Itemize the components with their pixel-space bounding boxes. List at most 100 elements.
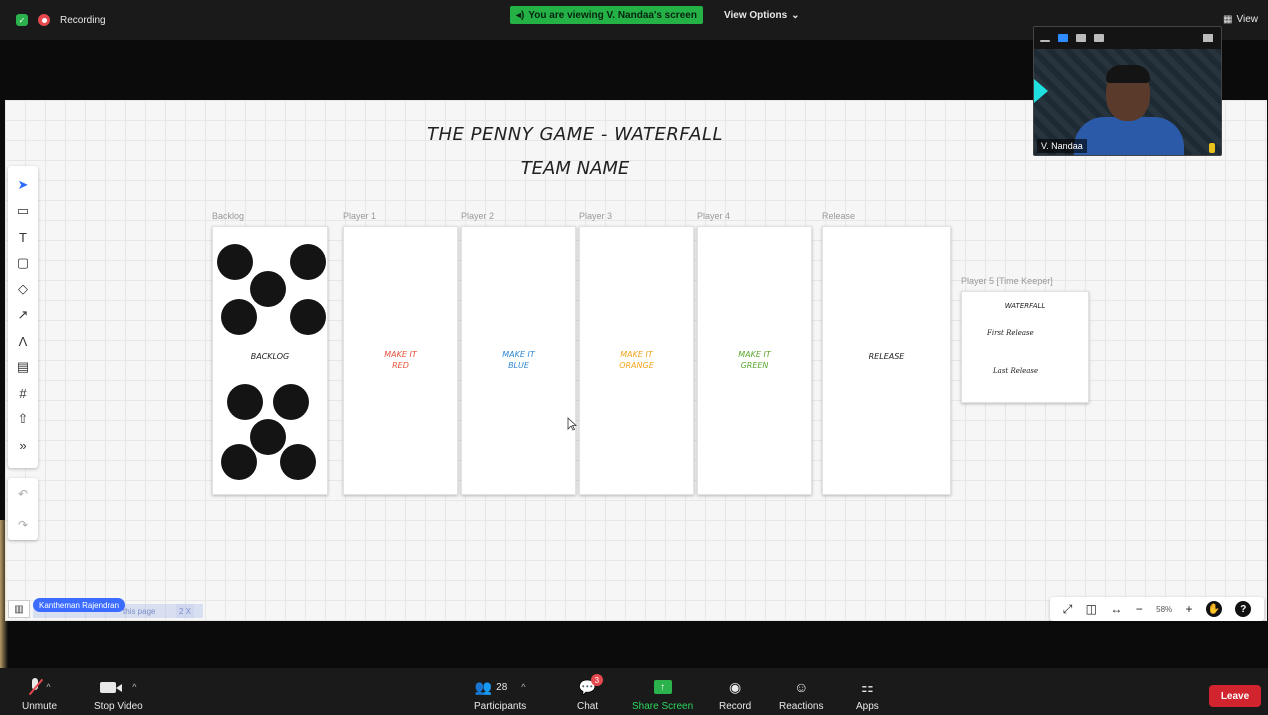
backlog-card-text: BACKLOG [250, 352, 290, 361]
chevron-up-icon[interactable]: ^ [46, 682, 50, 692]
select-icon[interactable]: ➤ [12, 174, 34, 196]
penny-coin[interactable] [250, 419, 286, 455]
unmute-button[interactable]: ^ Unmute [22, 676, 57, 712]
player-5-card-title: WATERFALL [1004, 302, 1046, 310]
penny-coin[interactable] [280, 444, 316, 480]
penny-coin[interactable] [217, 244, 253, 280]
recording-icon[interactable] [38, 14, 50, 26]
column-label-player-1: Player 1 [343, 211, 377, 221]
recording-indicator: ✓ Recording [16, 14, 106, 26]
participant-video[interactable]: V. Nandaa [1033, 26, 1222, 156]
backlog-card[interactable]: BACKLOG [212, 226, 328, 495]
arrow-icon[interactable]: ↗ [12, 304, 34, 326]
board-title: THE PENNY GAME - WATERFALL [426, 124, 724, 145]
undo-redo-bar: ↶ ↷ [8, 478, 38, 540]
chat-badge: 3 [590, 674, 603, 686]
record-button[interactable]: ◉ Record [719, 676, 751, 713]
view-options-label: View Options [724, 9, 788, 21]
chevron-up-icon[interactable]: ^ [132, 682, 136, 692]
penny-coin[interactable] [290, 244, 326, 280]
participants-count: 28 [496, 681, 508, 693]
participants-label: Participants [474, 701, 527, 712]
release-card[interactable]: RELEASE [822, 226, 951, 495]
zoom-in-icon[interactable]: + [1186, 602, 1193, 616]
share-screen-button[interactable]: ↑ Share Screen [632, 676, 693, 712]
pen-icon[interactable]: Λ [12, 330, 34, 352]
penny-coin[interactable] [227, 384, 263, 420]
more-icon[interactable]: » [12, 434, 34, 456]
player-4-card-text-line1: MAKE IT [738, 350, 771, 359]
minimize-icon[interactable] [1040, 40, 1050, 42]
sticky-note-icon[interactable]: ▢ [12, 252, 34, 274]
player-5-card[interactable]: WATERFALL First Release Last Release [961, 291, 1089, 403]
share-screen-icon: ↑ [653, 680, 672, 694]
stop-video-button[interactable]: ^ Stop Video [94, 676, 143, 712]
player-3-card[interactable]: MAKE IT ORANGE [579, 226, 694, 495]
penny-coin[interactable] [290, 299, 326, 335]
single-view-icon[interactable] [1058, 34, 1068, 42]
chevron-up-icon[interactable]: ^ [521, 682, 525, 692]
zoom-out-icon[interactable]: − [1136, 602, 1143, 616]
chat-button[interactable]: 💬 3 Chat [577, 674, 603, 712]
panel-toggle-icon[interactable]: ▥ [8, 600, 30, 618]
undo-icon[interactable]: ↶ [18, 487, 28, 501]
help-icon[interactable]: ? [1235, 601, 1252, 617]
view-button[interactable]: ▦ View [1223, 14, 1258, 25]
apps-label: Apps [856, 701, 879, 712]
popout-icon[interactable] [1203, 34, 1213, 42]
participants-icon: 👥 [474, 678, 493, 695]
ghost-page-indicator: 2 X [176, 604, 195, 618]
penny-coin[interactable] [221, 444, 257, 480]
recording-label: Recording [60, 14, 106, 26]
player-5-first-release: First Release [987, 329, 1034, 337]
redo-icon[interactable]: ↷ [18, 518, 28, 532]
penny-coin[interactable] [250, 271, 286, 307]
map-icon[interactable]: ◫ [1086, 602, 1097, 616]
participants-button[interactable]: 👥 28 ^ Participants [474, 676, 527, 713]
grid-view-icon[interactable] [1094, 34, 1104, 42]
hand-icon[interactable]: ✋ [1205, 601, 1222, 617]
share-screen-label: Share Screen [632, 701, 694, 712]
view-options-button[interactable]: View Options ⌄ [716, 6, 808, 24]
column-label-backlog: Backlog [212, 211, 245, 221]
reactions-label: Reactions [779, 701, 824, 712]
crop-icon[interactable]: # [12, 382, 34, 404]
penny-coin[interactable] [221, 299, 257, 335]
leave-button[interactable]: Leave [1209, 685, 1261, 707]
shapes-icon[interactable]: ◇ [12, 278, 34, 300]
participant-body [1074, 117, 1184, 155]
fit-width-icon[interactable]: ↔ [1110, 602, 1122, 616]
background-decoration [1034, 79, 1048, 103]
player-2-card[interactable]: MAKE IT BLUE [461, 226, 576, 495]
penny-coin[interactable] [273, 384, 309, 420]
chevron-down-icon: ⌄ [791, 9, 800, 21]
player-4-card-text-line2: GREEN [740, 361, 769, 370]
comment-icon[interactable]: ▤ [12, 356, 34, 378]
column-label-player-4: Player 4 [697, 211, 731, 221]
meeting-controls-bar: ^ Unmute ^ Stop Video 👥 28 ^ Participants … [0, 668, 1268, 715]
viewing-banner: ◂) You are viewing V. Nandaa's screen [510, 6, 703, 24]
apps-button[interactable]: ⚏ Apps [856, 676, 879, 713]
zoom-percent: 58% [1156, 604, 1173, 614]
player-5-last-release: Last Release [993, 367, 1039, 375]
frame-icon[interactable]: ▭ [12, 200, 34, 222]
upload-icon[interactable]: ⇧ [12, 408, 34, 430]
zoom-controls: ⤢ ◫ ↔ − 58% + ✋ ? [1050, 597, 1264, 621]
reactions-button[interactable]: ☺ Reactions [779, 676, 823, 712]
fullscreen-icon[interactable]: ⤢ [1063, 602, 1073, 617]
text-icon[interactable]: T [12, 226, 34, 248]
column-label-player-5: Player 5 [Time Keeper] [961, 276, 1053, 286]
microphone-muted-icon [28, 678, 42, 696]
video-camera-icon [100, 681, 117, 693]
viewing-banner-text: You are viewing V. Nandaa's screen [528, 9, 697, 21]
player-1-card[interactable]: MAKE IT RED [343, 226, 458, 495]
player-2-card-text-line1: MAKE IT [502, 350, 535, 359]
whiteboard-canvas[interactable]: THE PENNY GAME - WATERFALL TEAM NAME Bac… [5, 100, 1267, 621]
reactions-icon: ☺ [794, 679, 809, 695]
record-icon: ◉ [729, 678, 742, 695]
player-1-card-text-line1: MAKE IT [384, 350, 417, 359]
shield-icon[interactable]: ✓ [16, 14, 28, 26]
strip-view-icon[interactable] [1076, 34, 1086, 42]
player-4-card[interactable]: MAKE IT GREEN [697, 226, 812, 495]
release-card-text: RELEASE [868, 352, 905, 361]
